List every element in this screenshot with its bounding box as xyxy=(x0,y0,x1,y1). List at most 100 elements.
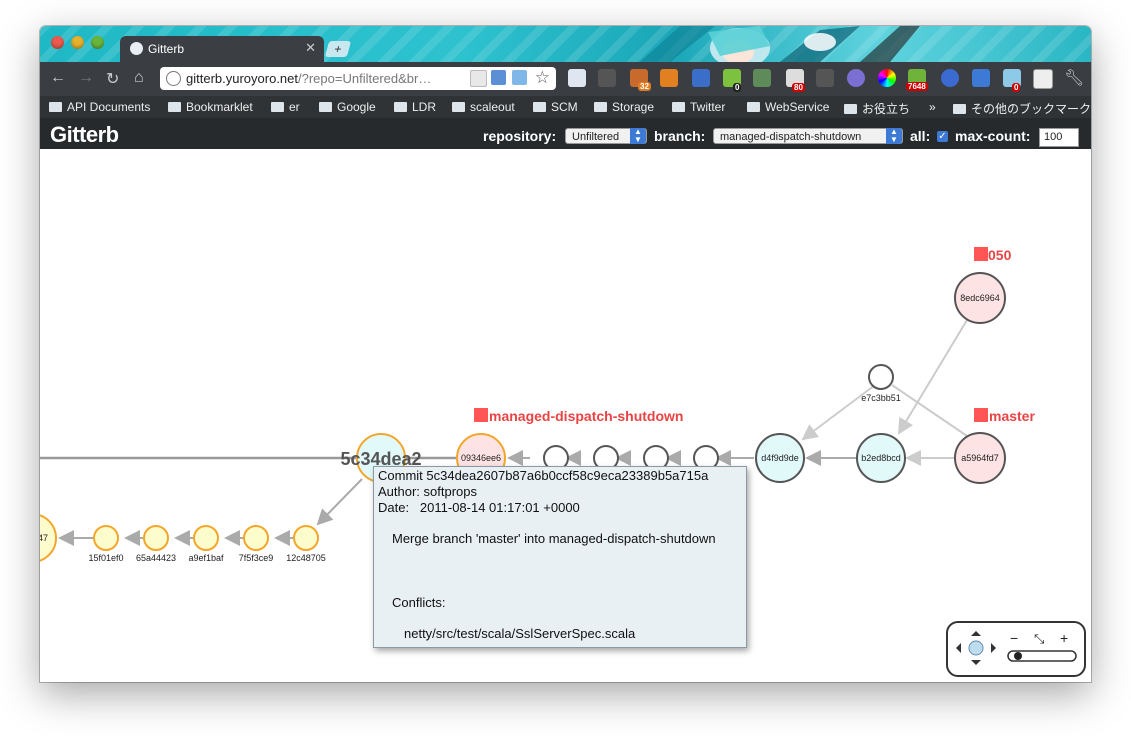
zoom-in-button[interactable]: + xyxy=(1060,630,1068,646)
bookmark-folder[interactable]: LDR xyxy=(394,100,436,114)
branch-flag-icon xyxy=(974,247,988,261)
all-checkbox[interactable]: ✓ xyxy=(937,131,948,142)
page-action-icon[interactable] xyxy=(470,70,487,87)
bookmark-folder[interactable]: er xyxy=(271,100,300,114)
max-count-input[interactable]: 100 xyxy=(1039,128,1079,147)
zoom-slider-handle[interactable] xyxy=(1014,652,1022,660)
repository-select[interactable]: Unfiltered ▲ ▼ xyxy=(565,128,647,144)
bookmark-folder[interactable]: SCM xyxy=(533,100,578,114)
clock-extension-icon[interactable] xyxy=(941,69,959,87)
max-count-label: max-count: xyxy=(955,128,1031,144)
folder-icon xyxy=(452,102,465,112)
bookmark-folder[interactable]: Twitter xyxy=(672,100,725,114)
new-tab-button[interactable]: + xyxy=(324,41,352,57)
commit-graph[interactable]: 050 master managed-dispatch-shutdown 8ed… xyxy=(40,149,1091,682)
commit-node[interactable]: 8edc6964 xyxy=(954,272,1006,324)
branch-select[interactable]: managed-dispatch-shutdown ▲ ▼ xyxy=(713,128,903,144)
fork-extension-icon[interactable] xyxy=(660,69,678,87)
pen-extension-icon[interactable] xyxy=(816,69,834,87)
branch-flag-icon xyxy=(474,408,488,422)
commit-node[interactable]: e7c3bb51 xyxy=(861,364,901,403)
chat-badge: 0 xyxy=(1012,83,1021,92)
commit-node[interactable]: 347 xyxy=(40,514,57,562)
list-extension-icon[interactable] xyxy=(568,69,586,87)
commit-node[interactable]: 12c48705 xyxy=(286,525,326,563)
commit-node[interactable]: d4f9d9de xyxy=(755,433,805,483)
pan-up-icon[interactable] xyxy=(971,631,981,636)
pan-left-icon[interactable] xyxy=(956,643,961,653)
select-arrows-icon: ▲ ▼ xyxy=(630,128,646,144)
graph-navigation-control[interactable]: − ⤡ + xyxy=(946,621,1086,677)
reload-button[interactable]: ↻ xyxy=(106,69,119,89)
folder-icon xyxy=(49,102,62,112)
bookmark-folder[interactable]: scaleout xyxy=(452,100,515,114)
maximize-window-button[interactable] xyxy=(91,36,104,49)
bookmark-folder[interactable]: お役立ち xyxy=(844,100,910,117)
ws-extension-icon[interactable] xyxy=(847,69,865,87)
zoom-out-button[interactable]: − xyxy=(1010,630,1018,646)
tooltip-commit: Commit 5c34dea2607b87a6b0ccf58c9eca23389… xyxy=(378,468,709,483)
bookmark-folder[interactable]: Bookmarklet xyxy=(168,100,253,114)
title-bar: Gitterb ✕ + xyxy=(40,26,1091,62)
minimize-window-button[interactable] xyxy=(71,36,84,49)
bookmark-folder[interactable]: Google xyxy=(319,100,376,114)
bookmark-folder[interactable]: WebService xyxy=(747,100,829,114)
bookmark-star-icon[interactable]: ☆ xyxy=(535,68,550,88)
folder-icon xyxy=(953,104,966,114)
home-button[interactable]: ⌂ xyxy=(134,69,144,87)
commit-node[interactable]: b2ed8bcd xyxy=(856,433,906,483)
svg-text:7f5f3ce9: 7f5f3ce9 xyxy=(239,553,274,563)
branch-label-managed-dispatch-shutdown[interactable]: managed-dispatch-shutdown xyxy=(474,408,683,424)
address-bar[interactable]: gitterb.yuroyoro.net/?repo=Unfiltered&br… xyxy=(160,67,556,90)
bookmark-folder[interactable]: その他のブックマーク xyxy=(953,100,1091,117)
edge xyxy=(316,478,363,526)
bookmarks-overflow-button[interactable]: » xyxy=(929,100,936,114)
edge xyxy=(891,384,971,439)
hatena-bookmark-icon[interactable] xyxy=(692,69,710,87)
folder-icon xyxy=(672,102,685,112)
feed-badge: 32 xyxy=(638,82,651,91)
tab-close-icon[interactable]: ✕ xyxy=(305,40,316,56)
bookmark-folder[interactable]: Storage xyxy=(594,100,654,114)
pan-right-icon[interactable] xyxy=(991,643,996,653)
tooltip-date: Date: 2011-08-14 01:17:01 +0000 xyxy=(378,500,580,515)
refresh-badge: 80 xyxy=(792,83,805,92)
svg-text:050: 050 xyxy=(988,247,1012,263)
pan-control[interactable] xyxy=(956,631,996,665)
k-extension-icon[interactable] xyxy=(1033,69,1053,89)
svg-text:a5964fd7: a5964fd7 xyxy=(961,453,999,463)
folder-icon xyxy=(394,102,407,112)
commit-tooltip: Commit 5c34dea2607b87a6b0ccf58c9eca23389… xyxy=(373,466,747,648)
fit-to-screen-icon[interactable]: ⤡ xyxy=(1034,631,1045,646)
close-window-button[interactable] xyxy=(51,36,64,49)
bookmark-folder[interactable]: API Documents xyxy=(49,100,150,114)
tooltip-conflicts-label: Conflicts: xyxy=(392,595,446,610)
bookmarks-bar: API Documents Bookmarklet er Google LDR … xyxy=(40,96,1091,118)
svg-text:a9ef1baf: a9ef1baf xyxy=(188,553,224,563)
commit-node[interactable]: 7f5f3ce9 xyxy=(239,525,274,563)
tumblr-extension-icon[interactable] xyxy=(753,69,771,87)
mail-extension-icon[interactable] xyxy=(598,69,616,87)
forward-button[interactable]: → xyxy=(78,69,94,87)
plus-badge: 0 xyxy=(733,83,742,92)
commit-node[interactable]: 15f01ef0 xyxy=(88,525,124,563)
commit-node[interactable]: 65a44423 xyxy=(136,525,176,563)
commit-node[interactable]: a9ef1baf xyxy=(188,525,224,563)
commit-node[interactable]: a5964fd7 xyxy=(954,432,1006,484)
url-text[interactable]: gitterb.yuroyoro.net/?repo=Unfiltered&br… xyxy=(186,71,431,86)
tab-title: Gitterb xyxy=(148,42,185,56)
tumblr-share-icon[interactable] xyxy=(491,70,506,85)
globe-icon xyxy=(166,71,181,86)
wrench-icon[interactable]: 🔧︎ xyxy=(1064,68,1084,88)
globe-icon xyxy=(130,42,143,55)
back-button[interactable]: ← xyxy=(50,69,66,87)
twitter-share-icon[interactable] xyxy=(512,70,527,85)
download-extension-icon[interactable] xyxy=(972,69,990,87)
color-picker-icon[interactable] xyxy=(878,69,896,87)
pan-down-icon[interactable] xyxy=(971,660,981,665)
browser-tab[interactable]: Gitterb ✕ xyxy=(120,36,324,62)
hand-icon[interactable] xyxy=(968,640,984,656)
branch-label-050[interactable]: 050 xyxy=(974,247,1012,263)
svg-text:65a44423: 65a44423 xyxy=(136,553,176,563)
branch-label-master[interactable]: master xyxy=(974,408,1035,424)
